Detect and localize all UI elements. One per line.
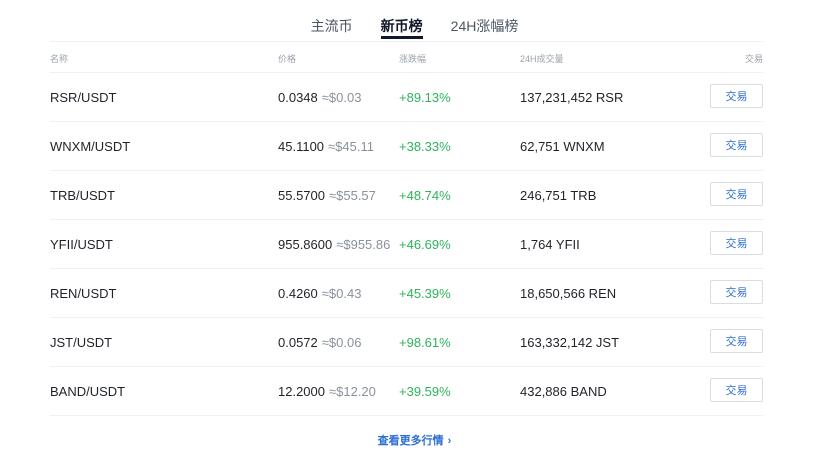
pair-name: TRB/USDT xyxy=(50,188,115,203)
change-percent: +38.33% xyxy=(399,139,451,154)
volume-24h: 246,751 TRB xyxy=(520,188,597,203)
tab-label: 主流币 xyxy=(310,18,353,34)
trade-button[interactable]: 交易 xyxy=(710,133,763,157)
change-percent: +48.74% xyxy=(399,188,451,203)
pair-name: REN/USDT xyxy=(50,286,117,301)
price-usd-approx: ≈$955.86 xyxy=(336,237,391,252)
trade-button[interactable]: 交易 xyxy=(710,84,763,108)
price-cell: 0.4260 ≈$0.43 xyxy=(278,286,361,301)
column-header-trade: 交易 xyxy=(744,54,763,64)
volume-24h: 163,332,142 JST xyxy=(520,335,620,350)
price-cell: 0.0572 ≈$0.06 xyxy=(278,335,361,350)
price-usd-approx: ≈$0.43 xyxy=(321,286,362,301)
price-usd-approx: ≈$45.11 xyxy=(328,139,374,154)
price-value: 955.8600 xyxy=(278,237,333,252)
price-value: 0.0348 xyxy=(278,90,318,105)
price-usd-approx: ≈$0.03 xyxy=(321,90,362,105)
pair-name: BAND/USDT xyxy=(50,384,126,399)
price-cell: 12.2000 ≈$12.20 xyxy=(278,384,376,399)
table-row[interactable]: RSR/USDT 0.0348 ≈$0.03 +89.13% 137,231,45… xyxy=(50,73,763,122)
volume-24h: 137,231,452 RSR xyxy=(520,90,624,105)
table-header: 名称 价格 涨跌幅 24H成交量 交易 xyxy=(50,41,763,73)
price-value: 45.1100 xyxy=(278,139,325,154)
table-row[interactable]: TRB/USDT 55.5700 ≈$55.57 +48.74% 246,751 … xyxy=(50,171,763,220)
price-value: 55.5700 xyxy=(278,188,325,203)
trade-button[interactable]: 交易 xyxy=(710,182,763,206)
market-table: 名称 价格 涨跌幅 24H成交量 交易 RSR/USDT 0.0348 ≈$0.0… xyxy=(50,41,763,416)
change-percent: +89.13% xyxy=(399,90,451,105)
pair-name: JST/USDT xyxy=(50,335,113,350)
volume-24h: 432,886 BAND xyxy=(520,384,607,399)
change-percent: +39.59% xyxy=(399,384,451,399)
price-value: 0.4260 xyxy=(278,286,318,301)
trade-button[interactable]: 交易 xyxy=(710,378,763,402)
price-cell: 45.1100 ≈$45.11 xyxy=(278,139,374,154)
tab-label: 24H涨幅榜 xyxy=(450,18,519,34)
tab-label: 新币榜 xyxy=(380,18,423,34)
tab-24h-gainers[interactable]: 24H涨幅榜 xyxy=(451,0,519,36)
market-tabs: 主流币 新币榜 24H涨幅榜 xyxy=(0,0,829,41)
volume-24h: 1,764 YFII xyxy=(520,237,580,252)
chevron-right-icon: › xyxy=(447,435,452,447)
view-more-label: 查看更多行情 xyxy=(377,435,444,447)
pair-name: RSR/USDT xyxy=(50,90,117,105)
trade-button[interactable]: 交易 xyxy=(710,329,763,353)
column-header-price: 价格 xyxy=(278,54,297,64)
pair-name: YFII/USDT xyxy=(50,237,113,252)
price-usd-approx: ≈$12.20 xyxy=(329,384,376,399)
change-percent: +98.61% xyxy=(399,335,451,350)
price-cell: 0.0348 ≈$0.03 xyxy=(278,90,361,105)
table-row[interactable]: BAND/USDT 12.2000 ≈$12.20 +39.59% 432,886… xyxy=(50,367,763,416)
volume-24h: 18,650,566 REN xyxy=(520,286,617,301)
view-more-link[interactable]: 查看更多行情 › xyxy=(0,432,829,448)
table-row[interactable]: JST/USDT 0.0572 ≈$0.06 +98.61% 163,332,14… xyxy=(50,318,763,367)
price-cell: 55.5700 ≈$55.57 xyxy=(278,188,376,203)
column-header-change: 涨跌幅 xyxy=(399,54,427,64)
column-header-pair: 名称 xyxy=(50,54,69,64)
table-row[interactable]: REN/USDT 0.4260 ≈$0.43 +45.39% 18,650,566… xyxy=(50,269,763,318)
change-percent: +46.69% xyxy=(399,237,451,252)
table-row[interactable]: WNXM/USDT 45.1100 ≈$45.11 +38.33% 62,751 … xyxy=(50,122,763,171)
table-row[interactable]: YFII/USDT 955.8600 ≈$955.86 +46.69% 1,764… xyxy=(50,220,763,269)
tab-new-coins[interactable]: 新币榜 xyxy=(380,0,423,39)
trade-button[interactable]: 交易 xyxy=(710,280,763,304)
price-usd-approx: ≈$0.06 xyxy=(321,335,362,350)
trade-button[interactable]: 交易 xyxy=(710,231,763,255)
price-value: 0.0572 xyxy=(278,335,318,350)
price-usd-approx: ≈$55.57 xyxy=(329,188,376,203)
tab-mainstream[interactable]: 主流币 xyxy=(311,0,353,36)
column-header-volume: 24H成交量 xyxy=(520,54,564,64)
price-cell: 955.8600 ≈$955.86 xyxy=(278,237,390,252)
change-percent: +45.39% xyxy=(399,286,451,301)
pair-name: WNXM/USDT xyxy=(50,139,131,154)
volume-24h: 62,751 WNXM xyxy=(520,139,605,154)
price-value: 12.2000 xyxy=(278,384,325,399)
active-tab-underline xyxy=(380,36,423,39)
